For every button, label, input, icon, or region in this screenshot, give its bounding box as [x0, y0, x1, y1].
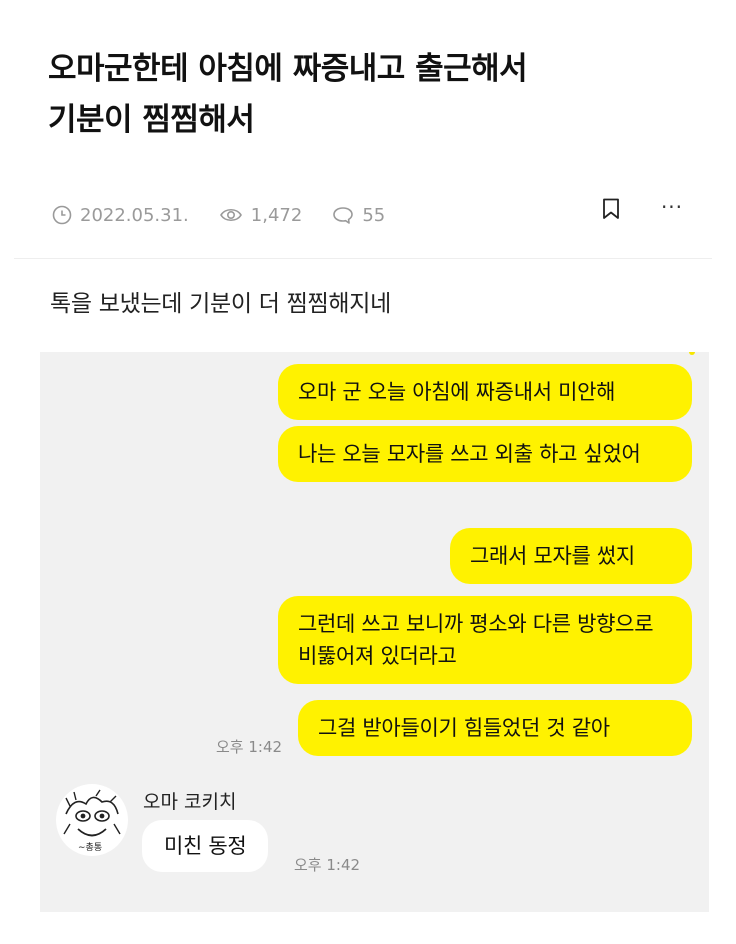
sent-message-bubble: 그걸 받아들이기 힘들었던 것 같아: [298, 700, 692, 756]
post-body-text: 톡을 보냈는데 기분이 더 찜찜해지네: [50, 291, 391, 317]
bookmark-icon: [603, 198, 619, 219]
avatar-doodle-icon: ∼총통: [63, 789, 121, 853]
header-divider: [14, 258, 712, 259]
post-comments[interactable]: 55: [332, 205, 385, 226]
received-message-bubble: 미친 동정: [142, 820, 269, 872]
post-date-text: 2022.05.31.: [80, 204, 189, 226]
sender-name: 오마 코키치: [143, 791, 237, 813]
sent-message-bubble: 그런데 쓰고 보니까 평소와 다른 방향으로 비뚫어져 있더라고: [278, 596, 692, 684]
post-title-line-2: 기분이 찜찜해서: [48, 102, 255, 138]
post-meta: 2022.05.31. 1,472 55: [52, 201, 415, 229]
chat-screenshot: 오마 군 오늘 아침에 짜증내서 미안해 나는 오늘 모자를 쓰고 외출 하고 …: [40, 352, 709, 912]
received-message-time: 오후 1:42: [294, 856, 361, 874]
post-title-line-1: 오마군한테 아침에 짜증내고 출근해서: [48, 51, 528, 87]
sent-message-bubble: 그래서 모자를 썼지: [450, 528, 692, 584]
chat-corner-accent: [689, 352, 695, 355]
sent-message-bubble: 나는 오늘 모자를 쓰고 외출 하고 싶었어: [278, 426, 692, 482]
more-options-button[interactable]: ···: [656, 194, 688, 220]
comment-icon: [333, 207, 354, 224]
sent-message-time: 오후 1:42: [216, 738, 283, 756]
eye-icon: [219, 208, 242, 222]
post-views: 1,472: [219, 204, 303, 226]
post-views-count: 1,472: [250, 204, 303, 226]
post-title: 오마군한테 아침에 짜증내고 출근해서 기분이 찜찜해서: [48, 44, 688, 146]
clock-icon: [52, 205, 72, 225]
sent-message-bubble: 오마 군 오늘 아침에 짜증내서 미안해: [278, 364, 692, 420]
avatar-caption: ∼총통: [78, 842, 102, 853]
post-date: 2022.05.31.: [52, 205, 189, 226]
bookmark-button[interactable]: [598, 196, 624, 222]
avatar[interactable]: ∼총통: [56, 784, 128, 856]
post-comments-count: 55: [362, 204, 386, 226]
